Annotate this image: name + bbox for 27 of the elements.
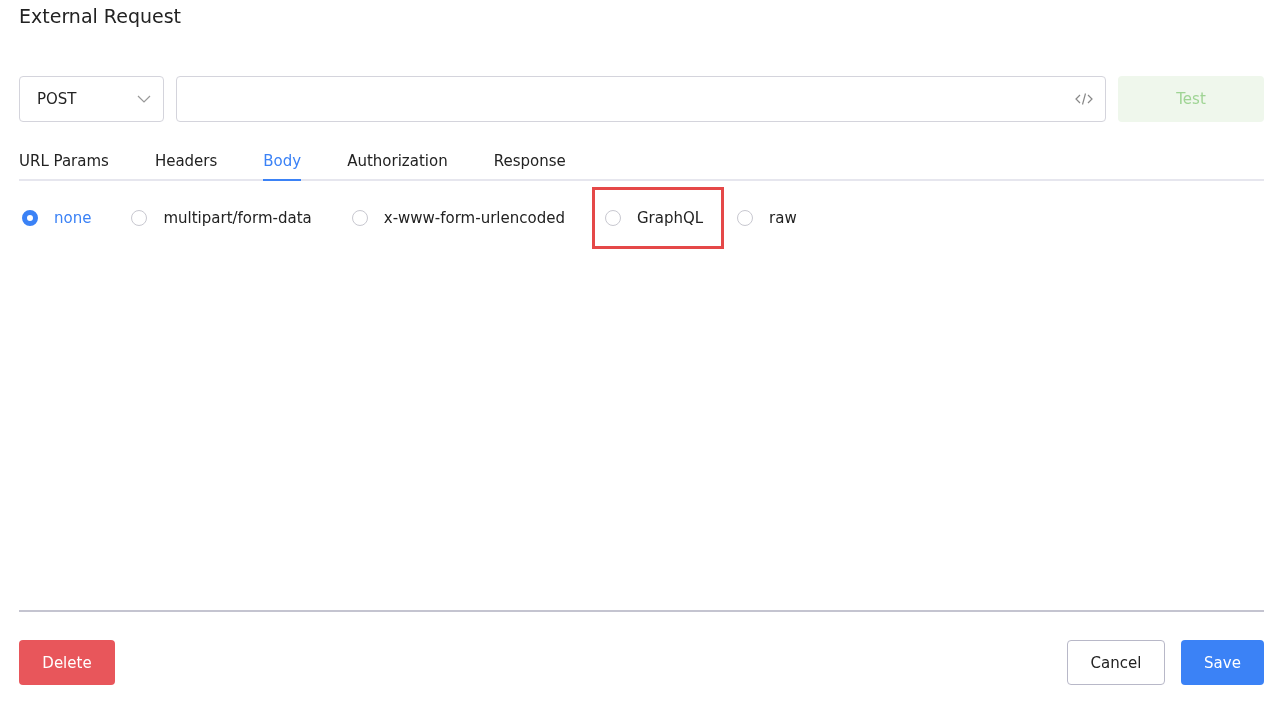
radio-label[interactable]: raw — [769, 209, 797, 227]
radio-button[interactable] — [131, 210, 148, 226]
tab[interactable]: URL Params — [19, 152, 109, 181]
radio-button[interactable] — [737, 210, 754, 226]
radio-option[interactable]: multipart/form-data — [128, 187, 335, 249]
url-field[interactable] — [176, 76, 1106, 122]
radio-label[interactable]: none — [54, 209, 92, 227]
radio-button[interactable] — [22, 210, 38, 226]
radio-option[interactable]: raw — [734, 187, 820, 249]
radio-button[interactable] — [351, 210, 368, 226]
tab[interactable]: Response — [493, 152, 566, 181]
cancel-button[interactable]: Cancel — [1067, 640, 1165, 685]
radio-option[interactable]: none — [19, 187, 115, 249]
chevron-down-icon — [137, 95, 151, 103]
tab[interactable]: Headers — [154, 152, 218, 181]
save-button[interactable]: Save — [1181, 640, 1264, 685]
radio-option[interactable]: x-www-form-urlencoded — [348, 187, 588, 249]
delete-button[interactable]: Delete — [19, 640, 115, 685]
radio-label[interactable]: GraphQL — [636, 209, 704, 227]
code-icon[interactable] — [1075, 92, 1093, 106]
radio-button[interactable] — [604, 210, 621, 226]
page-title: External Request — [19, 4, 183, 29]
tab[interactable]: Body — [263, 152, 302, 181]
radio-label[interactable]: x-www-form-urlencoded — [383, 209, 565, 227]
method-select[interactable]: POST — [19, 76, 164, 122]
radio-label[interactable]: multipart/form-data — [163, 209, 312, 227]
tab[interactable]: Authorization — [347, 152, 448, 181]
